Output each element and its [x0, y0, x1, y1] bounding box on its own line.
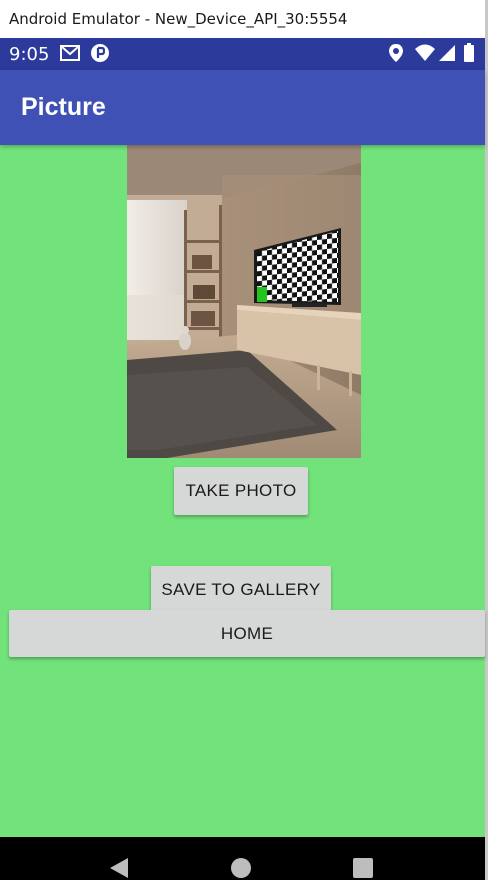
signal-icon: [438, 43, 456, 68]
app-notification-icon: [90, 43, 110, 68]
emulator-title-bar: Android Emulator - New_Device_API_30:555…: [0, 0, 488, 38]
app-bar: Picture: [0, 70, 485, 145]
page-title: Picture: [21, 93, 106, 121]
window-title: Android Emulator - New_Device_API_30:555…: [9, 10, 348, 28]
home-button[interactable]: HOME: [9, 610, 485, 657]
battery-icon: [463, 43, 475, 68]
location-icon: [388, 43, 404, 68]
save-to-gallery-button[interactable]: SAVE TO GALLERY: [151, 566, 331, 614]
wifi-icon: [414, 43, 436, 68]
gmail-icon: [60, 43, 80, 68]
status-bar: 9:05: [0, 38, 485, 70]
status-time: 9:05: [9, 44, 50, 65]
take-photo-button[interactable]: TAKE PHOTO: [174, 467, 308, 515]
living-room-photo: [127, 145, 361, 458]
recents-icon[interactable]: [353, 858, 373, 883]
navigation-bar: [0, 837, 485, 880]
main-content: TAKE PHOTO SAVE TO GALLERY HOME: [0, 145, 485, 837]
